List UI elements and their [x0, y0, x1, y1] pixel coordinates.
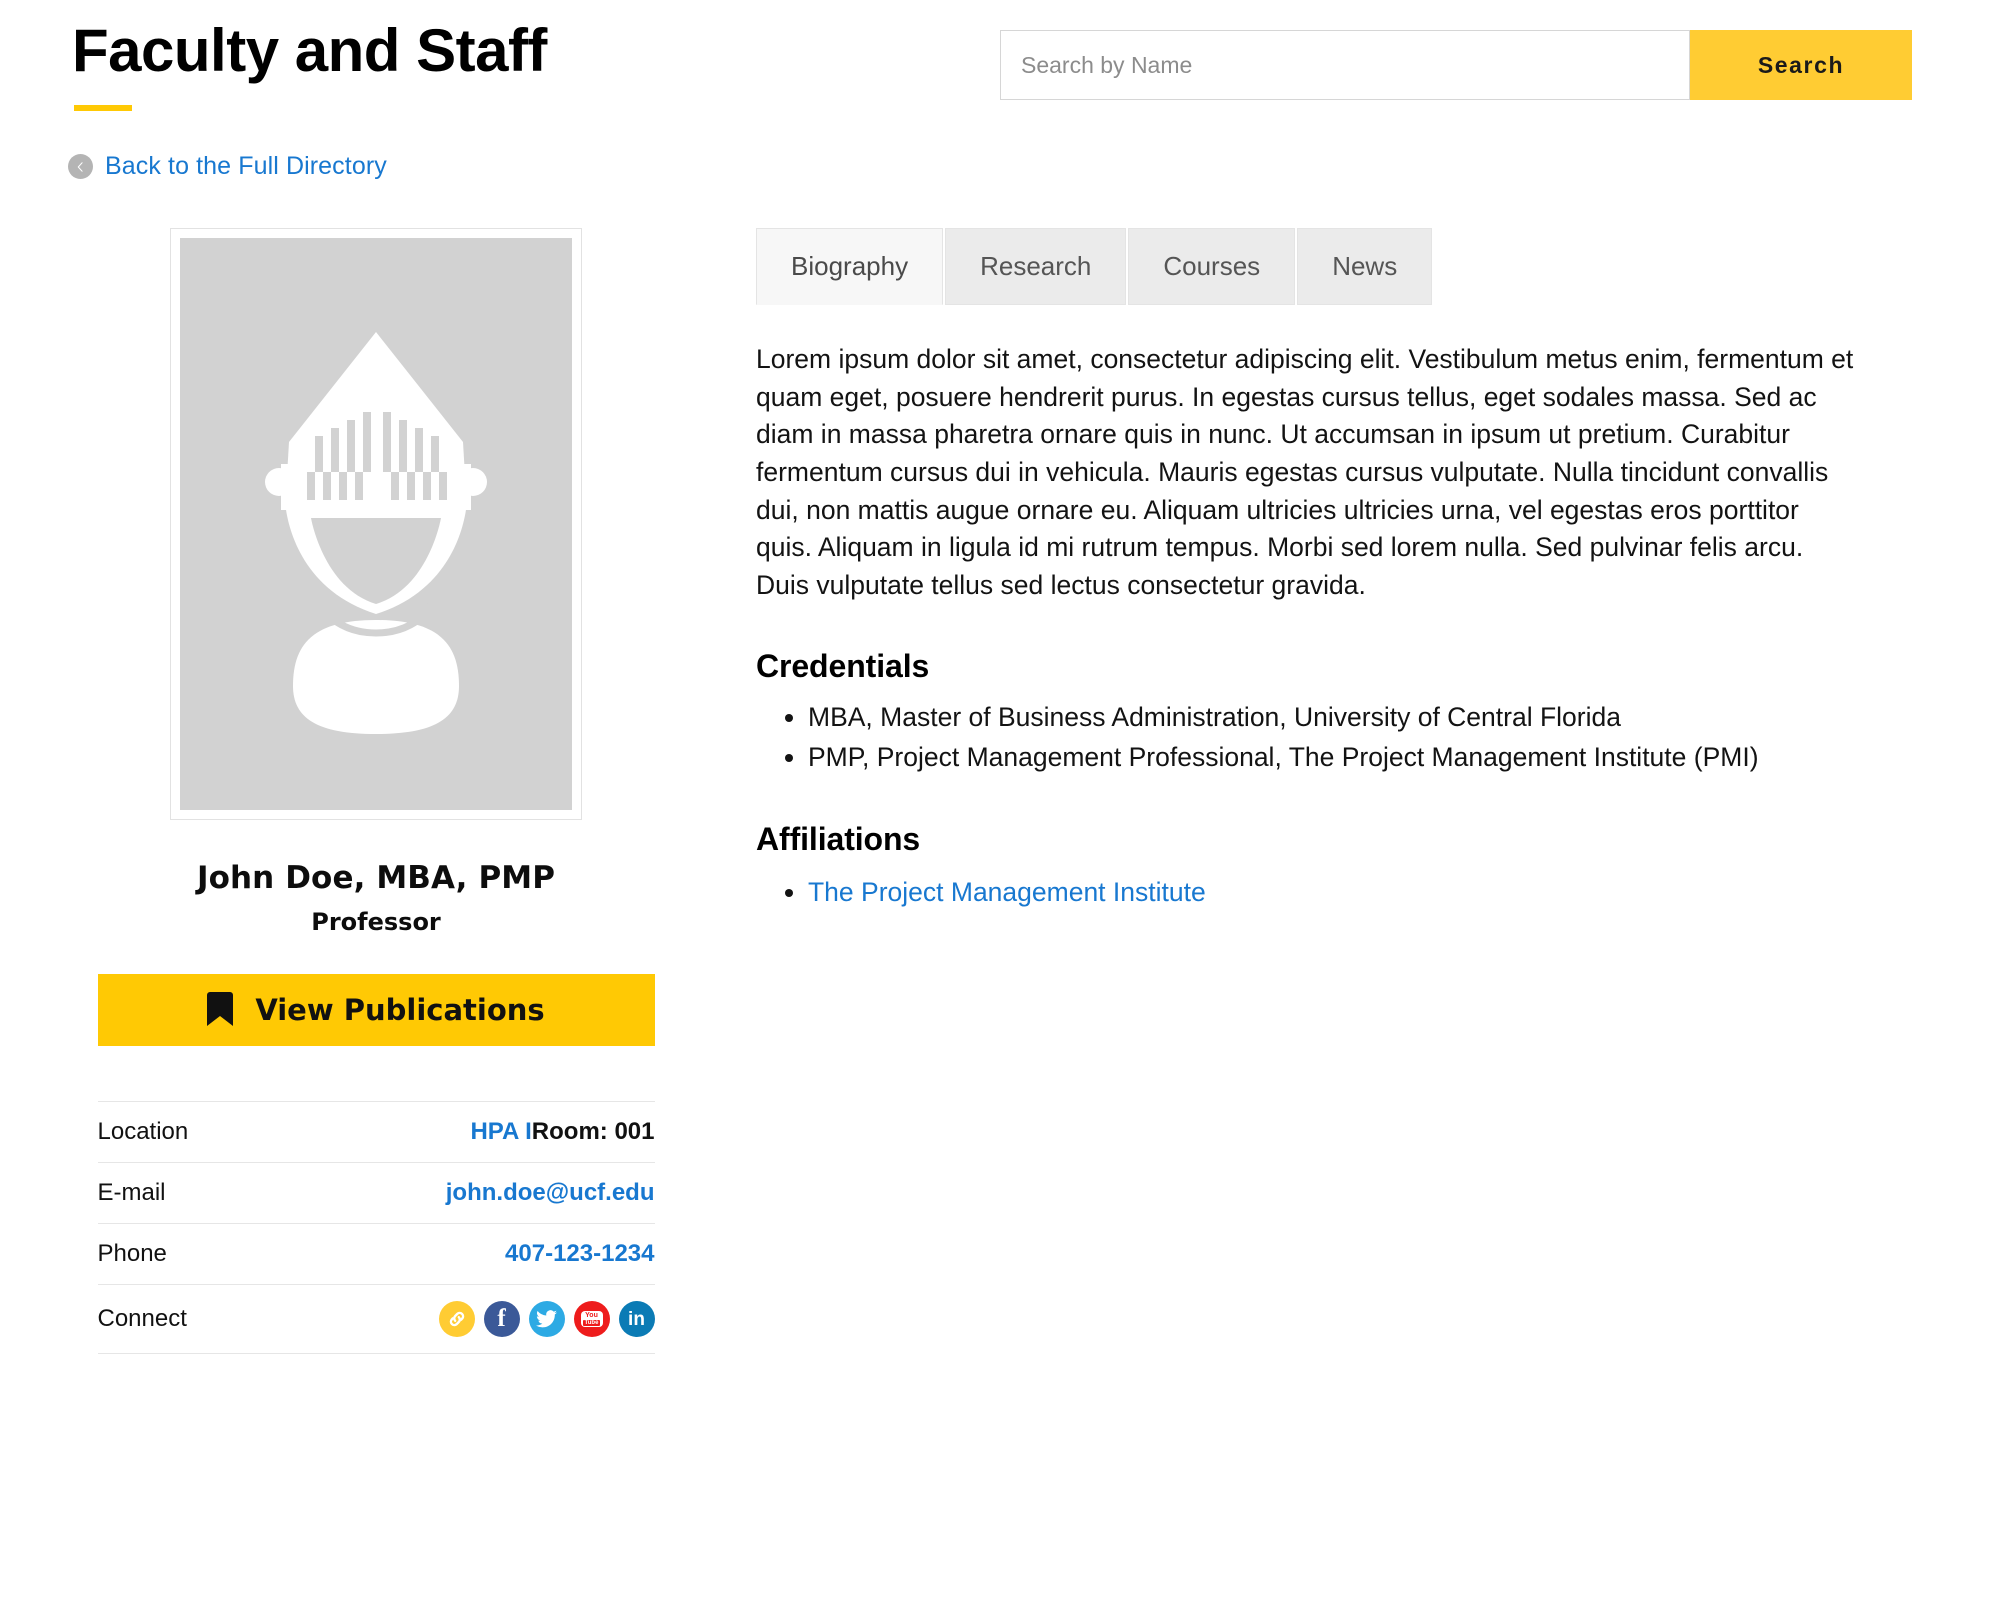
table-row: Phone 407-123-1234 [97, 1223, 655, 1285]
table-row: Connect f You Tube in [97, 1284, 655, 1354]
search-form: Search [1000, 30, 1912, 100]
contact-label-location: Location [97, 1118, 189, 1145]
tab-biography[interactable]: Biography [756, 228, 944, 305]
bookmark-icon [207, 991, 234, 1029]
contact-value-phone: 407-123-1234 [262, 1224, 654, 1285]
back-to-directory-link[interactable]: Back to the Full Directory [68, 152, 387, 181]
tab-research[interactable]: Research [945, 228, 1127, 305]
contact-value-email: john.doe@ucf.edu [262, 1163, 655, 1224]
building-link[interactable]: HPA I [470, 1118, 531, 1145]
website-link-icon[interactable] [438, 1301, 475, 1337]
room-number: Room: 001 [531, 1118, 655, 1145]
search-button[interactable]: Search [1690, 30, 1912, 100]
social-links-row: f You Tube in [262, 1301, 655, 1337]
title-accent-rule [74, 105, 132, 111]
profile-photo-frame [170, 228, 582, 820]
biography-paragraph: Lorem ipsum dolor sit amet, consectetur … [756, 344, 1854, 600]
phone-link[interactable]: 407-123-1234 [505, 1240, 654, 1267]
profile-tabs: Biography Research Courses News [756, 228, 1886, 305]
facebook-glyph: f [497, 1304, 506, 1332]
view-publications-label: View Publications [255, 993, 545, 1027]
contact-label-phone: Phone [97, 1240, 167, 1267]
youtube-tube-text: Tube [582, 1320, 601, 1326]
table-row: E-mail john.doe@ucf.edu [97, 1162, 655, 1224]
chevron-left-circle-icon [68, 154, 93, 179]
affiliations-heading: Affiliations [756, 820, 921, 857]
list-item: MBA, Master of Business Administration, … [808, 699, 1886, 737]
list-item: The Project Management Institute [808, 874, 1886, 912]
youtube-icon[interactable]: You Tube [573, 1301, 610, 1337]
facebook-icon[interactable]: f [483, 1301, 520, 1337]
contact-value-connect: f You Tube in [262, 1285, 655, 1354]
view-publications-button[interactable]: View Publications [97, 974, 655, 1046]
profile-name: John Doe, MBA, PMP [196, 860, 556, 896]
list-item: PMP, Project Management Professional, Th… [808, 739, 1886, 777]
back-to-directory-label: Back to the Full Directory [105, 152, 387, 180]
email-link[interactable]: john.doe@ucf.edu [446, 1179, 655, 1206]
faculty-profile-page: Faculty and Staff Search Back to the Ful… [0, 0, 2000, 1598]
profile-main-content: Biography Research Courses News Lorem ip… [756, 228, 1886, 913]
contact-details-table: Location HPA IRoom: 001 E-mail john.doe@… [97, 1101, 655, 1354]
page-header: Faculty and Staff Search [0, 0, 2000, 150]
affiliation-link[interactable]: The Project Management Institute [808, 877, 1206, 907]
table-row: Location HPA IRoom: 001 [97, 1101, 655, 1163]
search-input[interactable] [1000, 30, 1690, 100]
youtube-you-text: You [585, 1312, 598, 1319]
credentials-heading: Credentials [756, 648, 930, 685]
affiliations-list: The Project Management Institute [756, 874, 1886, 912]
tab-news[interactable]: News [1297, 228, 1433, 305]
contact-value-location: HPA IRoom: 001 [262, 1102, 654, 1163]
linkedin-glyph: in [628, 1308, 645, 1330]
tab-courses[interactable]: Courses [1128, 228, 1296, 305]
twitter-icon[interactable] [528, 1301, 565, 1337]
contact-label-email: E-mail [97, 1179, 166, 1206]
knight-helmet-placeholder-icon [265, 332, 487, 734]
contact-label-connect: Connect [97, 1305, 187, 1332]
page-title: Faculty and Staff [72, 17, 547, 84]
profile-photo-placeholder [180, 238, 572, 810]
profile-job-title: Professor [311, 908, 441, 936]
credentials-list: MBA, Master of Business Administration, … [756, 699, 1886, 776]
linkedin-icon[interactable]: in [618, 1301, 655, 1337]
youtube-glyph-box: You Tube [580, 1311, 603, 1327]
profile-sidebar: John Doe, MBA, PMP Professor View Public… [96, 228, 656, 1354]
